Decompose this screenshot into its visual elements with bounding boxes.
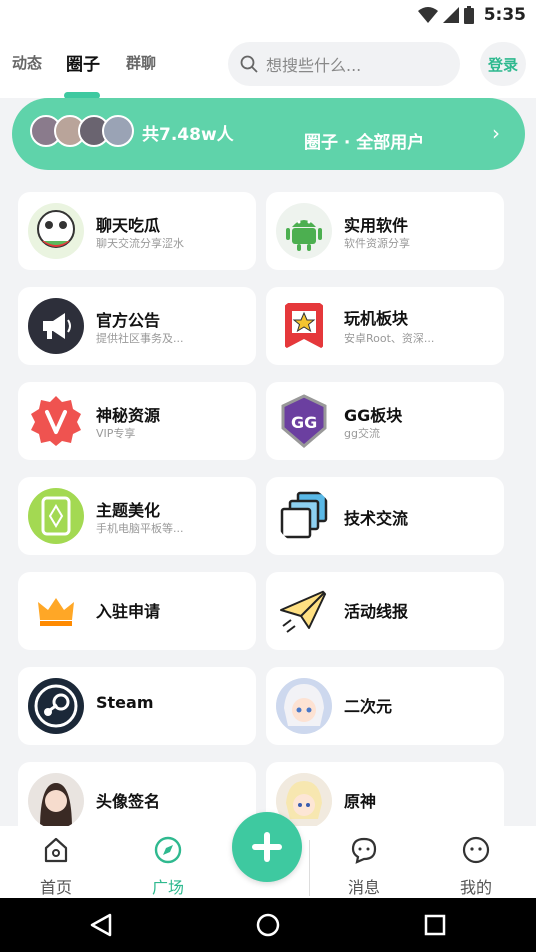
anime-avatar-icon <box>276 678 332 734</box>
nav-label: 首页 <box>39 878 72 897</box>
portrait-avatar-icon <box>28 773 84 829</box>
signal-icon <box>443 7 459 23</box>
nav-plaza[interactable]: 广场 <box>128 836 208 898</box>
circle-name: 实用软件 <box>344 216 409 235</box>
star-badge-icon <box>276 298 332 354</box>
circle-name: 主题美化 <box>96 501 161 520</box>
nav-profile[interactable]: 我的 <box>436 836 516 898</box>
plus-icon <box>252 832 282 862</box>
megaphone-icon <box>28 298 84 354</box>
circle-name: 神秘资源 <box>96 406 161 425</box>
circle-name: 技术交流 <box>344 509 409 528</box>
create-post-button[interactable] <box>232 812 302 882</box>
circle-card-steam[interactable]: Steam <box>18 667 256 745</box>
recents-icon[interactable] <box>424 914 446 936</box>
tab-circles[interactable]: 圈子 <box>66 50 100 75</box>
circle-card-software[interactable]: 实用软件 软件资源分享 <box>266 192 504 270</box>
svg-text:GG: GG <box>291 413 317 432</box>
top-header: 动态 圈子 群聊 想搜些什么... 登录 <box>0 30 536 99</box>
banner-title: 圈子 · 全部用户 <box>304 133 425 153</box>
member-avatars <box>30 115 134 147</box>
circle-name: 二次元 <box>344 697 393 716</box>
system-navigation-bar <box>0 898 536 952</box>
circle-desc: gg交流 <box>344 427 380 440</box>
circle-card-gg[interactable]: GG GG板块 gg交流 <box>266 382 504 460</box>
circle-name: 原神 <box>344 792 377 811</box>
nav-label: 我的 <box>459 878 492 897</box>
avatar <box>102 115 134 147</box>
circle-card-announcements[interactable]: 官方公告 提供社区事务及... <box>18 287 256 365</box>
steam-icon <box>28 678 84 734</box>
circle-card-themes[interactable]: 主题美化 手机电脑平板等... <box>18 477 256 555</box>
gg-shield-icon: GG <box>276 393 332 449</box>
circle-name: 聊天吃瓜 <box>96 216 161 235</box>
circle-card-apply[interactable]: 入驻申请 <box>18 572 256 650</box>
login-button[interactable]: 登录 <box>480 42 526 86</box>
nav-label: 广场 <box>151 878 184 897</box>
paper-plane-icon <box>276 583 332 639</box>
wifi-icon <box>418 7 438 23</box>
circle-card-events[interactable]: 活动线报 <box>266 572 504 650</box>
face-icon <box>462 836 490 864</box>
status-time: 5:35 <box>483 5 526 25</box>
chevron-right-icon: › <box>492 121 500 145</box>
circle-desc: VIP专享 <box>96 427 136 440</box>
compass-icon <box>154 836 182 864</box>
circle-name: 头像签名 <box>96 792 161 811</box>
tab-dynamic[interactable]: 动态 <box>12 52 42 73</box>
home-circle-icon[interactable] <box>256 913 280 937</box>
circle-name: 活动线报 <box>344 602 409 621</box>
search-placeholder: 想搜些什么... <box>266 56 362 75</box>
circle-card-tech[interactable]: 技术交流 <box>266 477 504 555</box>
battery-icon <box>464 6 474 24</box>
circle-name: GG板块 <box>344 406 403 425</box>
phone-theme-icon <box>28 488 84 544</box>
search-bar[interactable]: 想搜些什么... <box>228 42 460 86</box>
stacked-windows-icon <box>276 488 332 544</box>
nav-label: 消息 <box>347 878 380 897</box>
circle-name: 入驻申请 <box>96 602 161 621</box>
chat-icon <box>351 837 377 864</box>
circle-desc: 提供社区事务及... <box>96 332 184 345</box>
circle-desc: 软件资源分享 <box>344 237 410 250</box>
vip-badge-icon <box>28 393 84 449</box>
circle-desc: 手机电脑平板等... <box>96 522 184 535</box>
crown-icon <box>28 583 84 639</box>
circle-name: 玩机板块 <box>344 309 409 328</box>
circle-card-mystery-resources[interactable]: 神秘资源 VIP专享 <box>18 382 256 460</box>
circle-card-phone-mods[interactable]: 玩机板块 安卓Root、资深... <box>266 287 504 365</box>
circle-card-anime[interactable]: 二次元 <box>266 667 504 745</box>
status-icons <box>418 6 474 24</box>
nav-divider <box>309 840 310 896</box>
back-icon[interactable] <box>90 913 112 937</box>
search-icon <box>240 55 258 73</box>
nav-messages[interactable]: 消息 <box>324 836 404 898</box>
home-icon <box>44 837 68 863</box>
circle-desc: 聊天交流分享涩水 <box>96 237 184 250</box>
android-icon <box>276 203 332 259</box>
nav-home[interactable]: 首页 <box>16 836 96 898</box>
circle-desc: 安卓Root、资深... <box>344 332 435 345</box>
status-bar: 5:35 <box>0 0 536 30</box>
member-count: 共7.48w人 <box>142 125 234 145</box>
tab-group-chat[interactable]: 群聊 <box>126 52 156 73</box>
panda-meme-icon <box>28 203 84 259</box>
circle-banner[interactable]: 共7.48w人 圈子 · 全部用户 › <box>12 98 525 170</box>
circle-name: 官方公告 <box>96 311 161 330</box>
circle-card-chat[interactable]: 聊天吃瓜 聊天交流分享涩水 <box>18 192 256 270</box>
circle-name: Steam <box>96 693 154 712</box>
